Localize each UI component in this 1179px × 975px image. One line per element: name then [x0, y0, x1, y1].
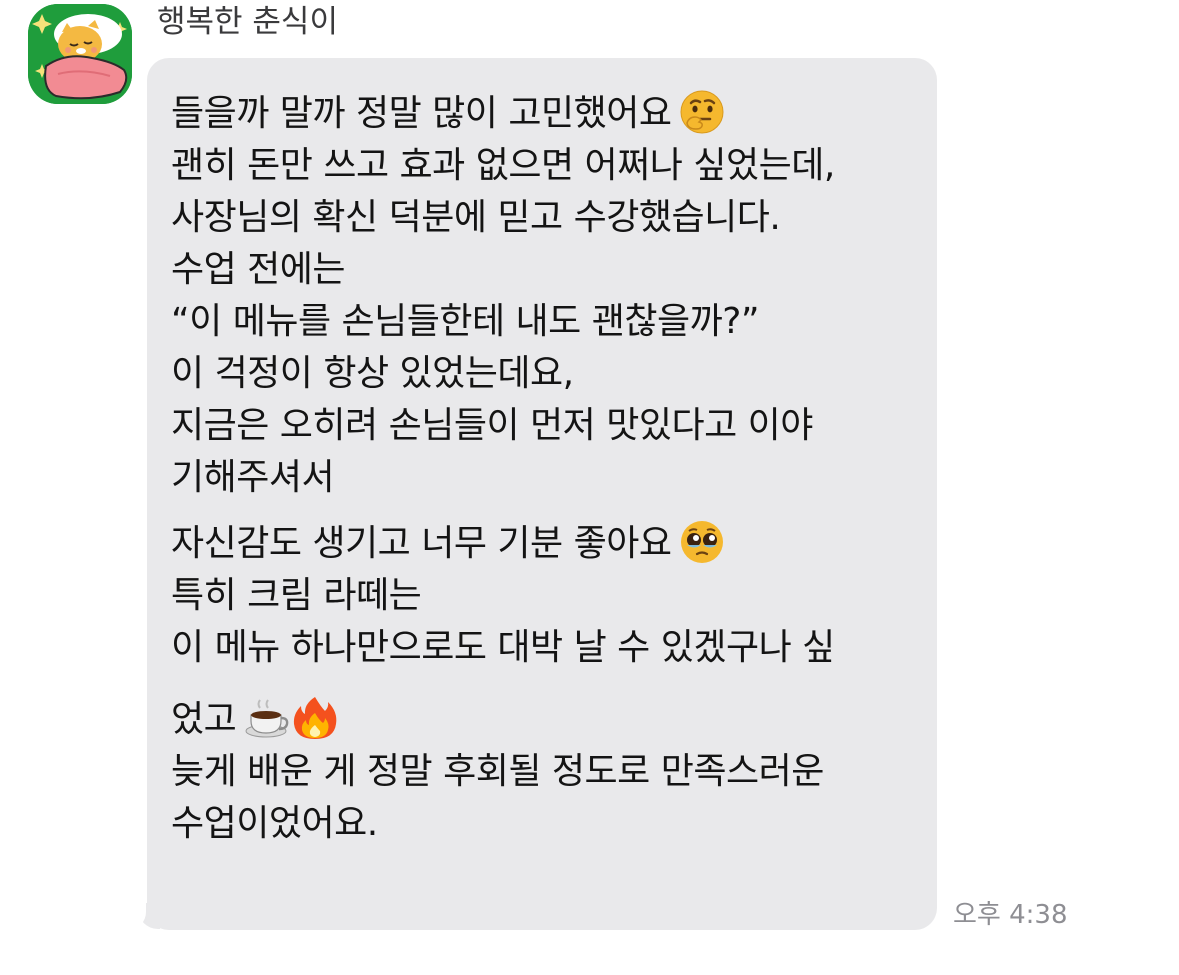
message-line: 이 메뉴 하나만으로도 대박 날 수 있겠구나 싶 [171, 627, 835, 668]
message-line: 들을까 말까 정말 많이 고민했어요 [171, 88, 913, 140]
message-line: 수업 전에는 [171, 249, 346, 290]
message-line: 특히 크림 라떼는 [171, 575, 422, 616]
message-line: 사장님의 확신 덕분에 믿고 수강했습니다. [171, 197, 781, 238]
message-line: 자신감도 생기고 너무 기분 좋아요 [171, 518, 913, 570]
message-line: 기해주셔서 [171, 457, 335, 498]
message-line: 었고 [171, 694, 913, 746]
fire-icon [292, 695, 338, 741]
message-bubble[interactable]: 들을까 말까 정말 많이 고민했어요 괜히 돈만 쓰고 효과 없으면 어쩌나 싶… [147, 58, 937, 930]
message-line: 수업이었어요. [171, 803, 378, 844]
message-timestamp: 오후 4:38 [953, 900, 1068, 930]
message-line: 괜히 돈만 쓰고 효과 없으면 어쩌나 싶었는데, [171, 145, 835, 186]
hot-beverage-icon [244, 695, 290, 741]
message-line: 지금은 오히려 손님들이 먼저 맛있다고 이야 [171, 405, 813, 446]
message-line: 늦게 배운 게 정말 후회될 정도로 만족스러운 [171, 751, 824, 792]
sender-name: 행복한 춘식이 [157, 4, 338, 40]
message-line: 이 걱정이 항상 있었는데요, [171, 353, 574, 394]
pleading-face-icon [679, 519, 725, 565]
choonsik-sleeping-avatar-icon[interactable] [28, 4, 132, 104]
message-line: “이 메뉴를 손님들한테 내도 괜찮을까?” [171, 301, 759, 342]
thinking-face-icon [679, 89, 725, 135]
chat-screen: 행복한 춘식이 들을까 말까 정말 많이 고민했어요 괜히 돈만 쓰고 효과 없… [0, 0, 1179, 975]
